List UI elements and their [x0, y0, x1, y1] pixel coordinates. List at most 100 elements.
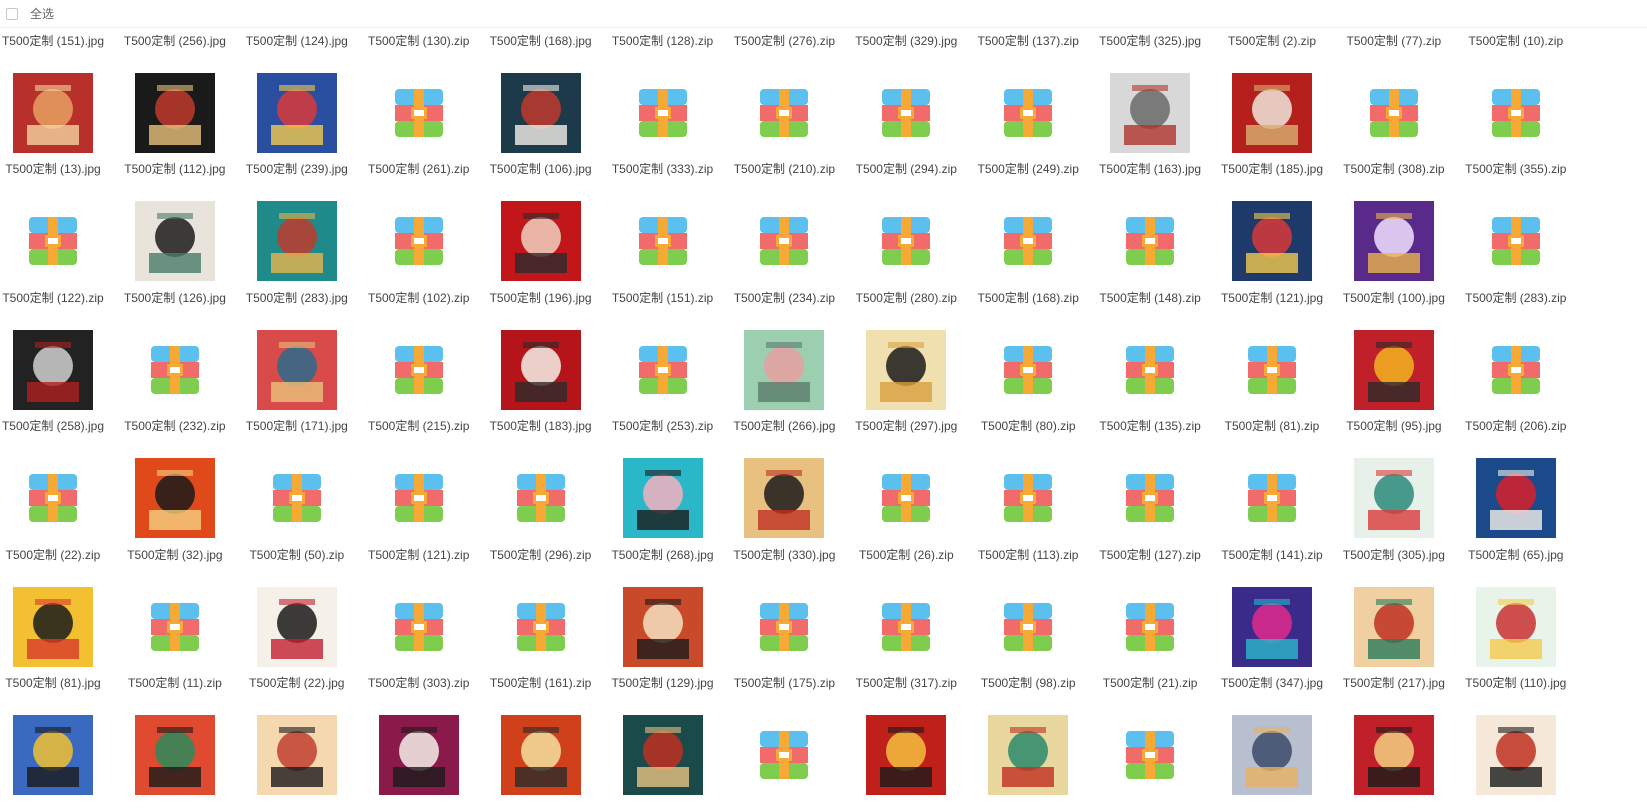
image-thumbnail[interactable] — [1232, 73, 1312, 153]
file-name-label[interactable]: T500定制 (21).zip — [1086, 674, 1214, 691]
archive-zip-icon[interactable] — [393, 601, 445, 653]
image-thumbnail[interactable] — [134, 715, 215, 795]
archive-zip-icon[interactable] — [758, 87, 810, 139]
archive-zip-icon[interactable] — [1002, 87, 1054, 139]
image-thumbnail[interactable] — [988, 715, 1069, 795]
image-thumbnail[interactable] — [622, 586, 703, 667]
image-thumbnail[interactable] — [1110, 73, 1191, 153]
archive-zip-icon[interactable] — [515, 601, 567, 653]
file-name-label[interactable]: T500定制 (196).jpg — [477, 289, 605, 306]
archive-zip-icon[interactable] — [27, 215, 79, 267]
file-name-label[interactable]: T500定制 (217).jpg — [1330, 674, 1458, 691]
archive-zip-icon[interactable] — [1124, 215, 1176, 267]
file-name-label[interactable]: T500定制 (261).zip — [355, 160, 483, 177]
file-name-label[interactable]: T500定制 (333).zip — [599, 160, 727, 177]
image-thumbnail[interactable] — [1232, 201, 1312, 282]
image-thumbnail[interactable] — [1353, 586, 1434, 667]
archive-zip-icon[interactable] — [149, 601, 201, 653]
archive-zip-icon[interactable] — [1124, 729, 1176, 781]
image-thumbnail[interactable] — [13, 329, 93, 410]
archive-zip-icon[interactable] — [271, 472, 323, 524]
file-name-label[interactable]: T500定制 (98).zip — [964, 674, 1092, 691]
archive-zip-icon[interactable] — [637, 344, 689, 396]
file-name-label[interactable]: T500定制 (303).zip — [355, 674, 483, 691]
file-name-label[interactable]: T500定制 (148).zip — [1086, 289, 1214, 306]
archive-zip-icon[interactable] — [1002, 472, 1054, 524]
archive-zip-icon[interactable] — [1124, 601, 1176, 653]
archive-zip-icon[interactable] — [880, 472, 932, 524]
file-name-label[interactable]: T500定制 (65).jpg — [1452, 546, 1580, 563]
image-thumbnail[interactable] — [134, 73, 215, 153]
file-name-label[interactable]: T500定制 (296).zip — [477, 546, 605, 563]
file-name-label[interactable]: T500定制 (151).jpg — [0, 32, 117, 49]
image-thumbnail[interactable] — [13, 73, 93, 153]
file-name-label[interactable]: T500定制 (329).jpg — [842, 32, 970, 49]
image-thumbnail[interactable] — [1232, 715, 1312, 795]
select-all-label[interactable]: 全选 — [30, 5, 54, 22]
image-thumbnail[interactable] — [1475, 458, 1556, 539]
file-name-label[interactable]: T500定制 (210).zip — [720, 160, 848, 177]
file-name-label[interactable]: T500定制 (294).zip — [842, 160, 970, 177]
image-thumbnail[interactable] — [500, 329, 581, 410]
file-name-label[interactable]: T500定制 (234).zip — [720, 289, 848, 306]
image-thumbnail[interactable] — [866, 715, 947, 795]
file-name-label[interactable]: T500定制 (81).jpg — [0, 674, 117, 691]
file-name-label[interactable]: T500定制 (283).zip — [1452, 289, 1580, 306]
file-name-label[interactable]: T500定制 (32).jpg — [111, 546, 239, 563]
image-thumbnail[interactable] — [500, 715, 581, 795]
file-name-label[interactable]: T500定制 (113).zip — [964, 546, 1092, 563]
file-name-label[interactable]: T500定制 (135).zip — [1086, 417, 1214, 434]
image-thumbnail[interactable] — [744, 458, 825, 539]
archive-zip-icon[interactable] — [1368, 87, 1420, 139]
archive-zip-icon[interactable] — [1490, 87, 1542, 139]
image-thumbnail[interactable] — [256, 73, 337, 153]
file-name-label[interactable]: T500定制 (232).zip — [111, 417, 239, 434]
image-thumbnail[interactable] — [500, 73, 581, 153]
file-name-label[interactable]: T500定制 (280).zip — [842, 289, 970, 306]
archive-zip-icon[interactable] — [758, 729, 810, 781]
file-name-label[interactable]: T500定制 (13).jpg — [0, 160, 117, 177]
file-name-label[interactable]: T500定制 (77).zip — [1330, 32, 1458, 49]
file-name-label[interactable]: T500定制 (26).zip — [842, 546, 970, 563]
image-thumbnail[interactable] — [622, 458, 703, 539]
file-name-label[interactable]: T500定制 (268).jpg — [599, 546, 727, 563]
file-name-label[interactable]: T500定制 (80).zip — [964, 417, 1092, 434]
archive-zip-icon[interactable] — [758, 601, 810, 653]
file-name-label[interactable]: T500定制 (121).zip — [355, 546, 483, 563]
image-thumbnail[interactable] — [256, 586, 337, 667]
file-name-label[interactable]: T500定制 (95).jpg — [1330, 417, 1458, 434]
file-name-label[interactable]: T500定制 (2).zip — [1208, 32, 1336, 49]
file-name-label[interactable]: T500定制 (249).zip — [964, 160, 1092, 177]
file-name-label[interactable]: T500定制 (137).zip — [964, 32, 1092, 49]
image-thumbnail[interactable] — [256, 329, 337, 410]
image-thumbnail[interactable] — [866, 329, 947, 410]
archive-zip-icon[interactable] — [1490, 215, 1542, 267]
file-name-label[interactable]: T500定制 (124).jpg — [233, 32, 361, 49]
image-thumbnail[interactable] — [1475, 715, 1556, 795]
archive-zip-icon[interactable] — [1002, 215, 1054, 267]
archive-zip-icon[interactable] — [393, 87, 445, 139]
file-name-label[interactable]: T500定制 (206).zip — [1452, 417, 1580, 434]
archive-zip-icon[interactable] — [637, 215, 689, 267]
file-name-label[interactable]: T500定制 (168).zip — [964, 289, 1092, 306]
archive-zip-icon[interactable] — [880, 215, 932, 267]
archive-zip-icon[interactable] — [393, 344, 445, 396]
archive-zip-icon[interactable] — [149, 344, 201, 396]
archive-zip-icon[interactable] — [1490, 344, 1542, 396]
file-name-label[interactable]: T500定制 (317).zip — [842, 674, 970, 691]
file-name-label[interactable]: T500定制 (168).jpg — [477, 32, 605, 49]
file-name-label[interactable]: T500定制 (253).zip — [599, 417, 727, 434]
select-all-checkbox[interactable] — [6, 7, 18, 20]
file-name-label[interactable]: T500定制 (183).jpg — [477, 417, 605, 434]
archive-zip-icon[interactable] — [1002, 344, 1054, 396]
file-name-label[interactable]: T500定制 (266).jpg — [720, 417, 848, 434]
file-name-label[interactable]: T500定制 (126).jpg — [111, 289, 239, 306]
archive-zip-icon[interactable] — [1124, 472, 1176, 524]
file-name-label[interactable]: T500定制 (276).zip — [720, 32, 848, 49]
file-name-label[interactable]: T500定制 (355).zip — [1452, 160, 1580, 177]
file-name-label[interactable]: T500定制 (112).jpg — [111, 160, 239, 177]
file-name-label[interactable]: T500定制 (258).jpg — [0, 417, 117, 434]
image-thumbnail[interactable] — [378, 715, 459, 795]
archive-zip-icon[interactable] — [1246, 472, 1298, 524]
archive-zip-icon[interactable] — [1124, 344, 1176, 396]
